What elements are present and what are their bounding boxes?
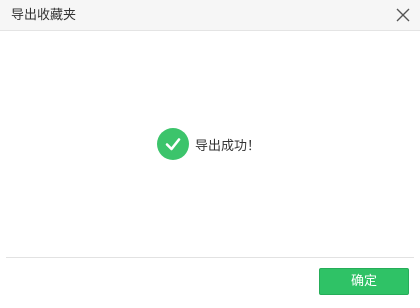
success-status: 导出成功！ xyxy=(157,128,260,160)
success-message: 导出成功！ xyxy=(195,138,261,154)
confirm-button[interactable]: 确定 xyxy=(319,268,409,295)
check-circle-icon xyxy=(157,128,189,160)
dialog-content: 导出成功！ xyxy=(0,31,420,257)
export-favorites-dialog: 导出收藏夹 导出成功！ 确定 xyxy=(0,0,420,308)
dialog-title: 导出收藏夹 xyxy=(11,8,77,23)
footer-divider xyxy=(6,257,414,258)
dialog-titlebar: 导出收藏夹 xyxy=(0,0,420,31)
close-icon[interactable] xyxy=(392,4,414,26)
